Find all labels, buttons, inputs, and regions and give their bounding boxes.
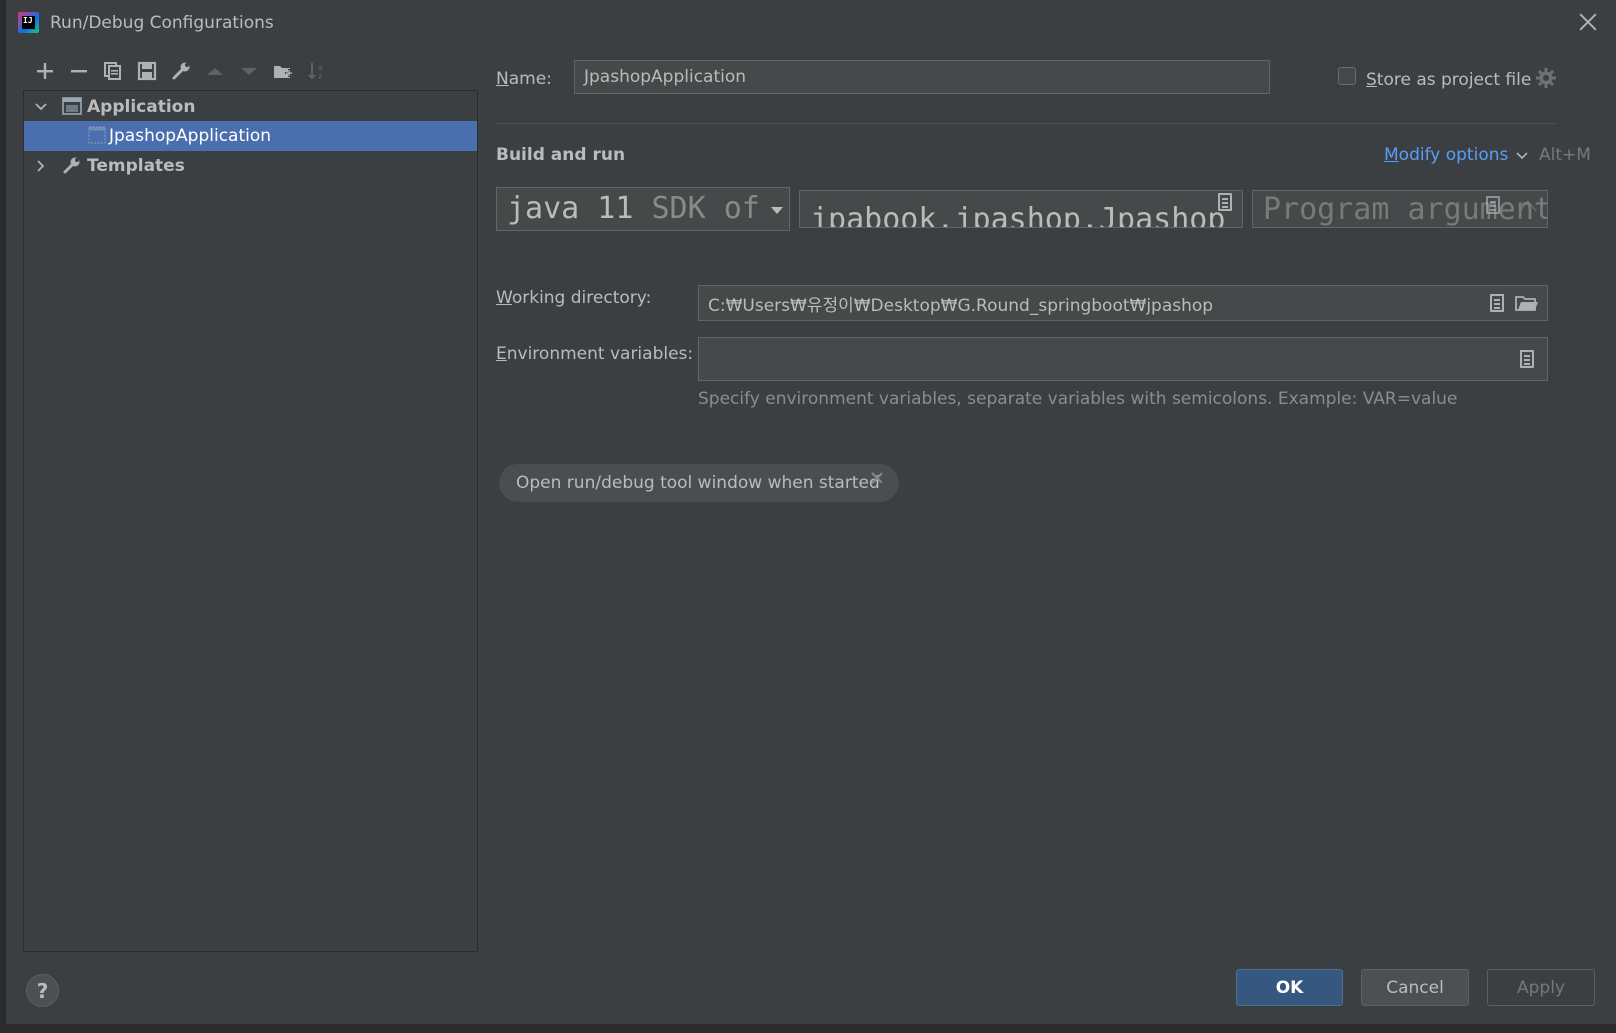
sort-icon[interactable]: az [300, 57, 334, 85]
move-down-icon[interactable] [232, 57, 266, 85]
close-icon[interactable] [1576, 10, 1600, 34]
edit-environment-icon[interactable] [1520, 350, 1534, 368]
application-config-icon [88, 126, 106, 144]
tree-group-templates[interactable]: Templates [24, 151, 477, 181]
new-folder-icon[interactable] [266, 57, 300, 85]
application-icon [62, 97, 82, 115]
build-and-run-title: Build and run [496, 145, 626, 165]
modify-options-shortcut: Alt+M [1539, 145, 1591, 165]
tree-label-jpashopapplication: JpashopApplication [109, 126, 272, 146]
jdk-select-suffix: SDK of [633, 191, 760, 226]
modify-options-link[interactable]: Modify options [1384, 145, 1528, 165]
working-directory-input[interactable]: C:₩Users₩유정이₩Desktop₩G.Round_springboot₩… [698, 285, 1548, 321]
wrench-icon [63, 157, 80, 174]
edit-arguments-icon[interactable] [1486, 196, 1500, 214]
main-class-value: jpabook.jpashop.Jpashop [810, 202, 1226, 228]
chevron-right-icon[interactable] [34, 159, 48, 173]
environment-variables-input[interactable] [698, 337, 1548, 381]
add-icon[interactable] [28, 57, 62, 85]
tree-label-application: Application [87, 97, 196, 117]
store-as-project-file-label[interactable]: Store as project file [1366, 70, 1531, 90]
separator [496, 123, 1556, 124]
name-input[interactable]: JpashopApplication [574, 60, 1270, 94]
tree-label-templates: Templates [87, 156, 185, 176]
remove-option-icon[interactable] [869, 470, 885, 486]
window-edge-left [0, 0, 6, 1033]
main-class-input[interactable]: jpabook.jpashop.Jpashop [799, 190, 1243, 228]
ok-button[interactable]: OK [1236, 969, 1343, 1006]
help-button[interactable]: ? [26, 974, 59, 1007]
option-tag-open-tool-window: Open run/debug tool window when started [499, 464, 899, 502]
working-directory-label: Working directory: [496, 288, 652, 308]
tree-group-application[interactable]: Application [24, 92, 477, 122]
apply-button[interactable]: Apply [1487, 969, 1595, 1006]
gear-icon[interactable] [1535, 67, 1557, 89]
store-as-project-file-checkbox[interactable] [1338, 67, 1356, 85]
program-arguments-input[interactable]: Program arguments [1252, 190, 1548, 228]
cancel-button[interactable]: Cancel [1361, 969, 1469, 1006]
intellij-app-icon: IJ [18, 12, 39, 33]
config-tree: Application JpashopApplication Templates [23, 90, 478, 952]
chevron-down-icon [1516, 152, 1528, 160]
dialog-title: Run/Debug Configurations [50, 13, 274, 33]
expand-icon[interactable] [1514, 195, 1542, 215]
dropdown-arrow-icon [771, 207, 783, 214]
program-arguments-placeholder: Program arguments [1263, 192, 1548, 227]
dialog-titlebar: IJ Run/Debug Configurations [6, 0, 1616, 46]
window-edge-bottom [0, 1024, 1616, 1033]
save-icon[interactable] [130, 57, 164, 85]
tree-item-jpashopapplication[interactable]: JpashopApplication [24, 121, 477, 151]
config-toolbar: az [28, 56, 334, 86]
svg-text:z: z [318, 72, 322, 81]
name-label: Name: [496, 69, 552, 89]
move-up-icon[interactable] [198, 57, 232, 85]
environment-variables-hint: Specify environment variables, separate … [698, 389, 1458, 409]
remove-icon[interactable] [62, 57, 96, 85]
browse-class-icon[interactable] [1218, 193, 1232, 211]
environment-variables-label: Environment variables: [496, 344, 694, 364]
macros-icon[interactable] [1490, 294, 1504, 312]
jdk-select-value: java 11 [507, 191, 634, 226]
wrench-icon[interactable] [164, 57, 198, 85]
chevron-down-icon[interactable] [34, 100, 48, 114]
svg-text:a: a [318, 63, 323, 72]
jdk-select[interactable]: java 11 SDK of [496, 187, 790, 231]
folder-icon[interactable] [1515, 293, 1539, 313]
option-tag-label: Open run/debug tool window when started [516, 473, 880, 493]
copy-icon[interactable] [96, 57, 130, 85]
